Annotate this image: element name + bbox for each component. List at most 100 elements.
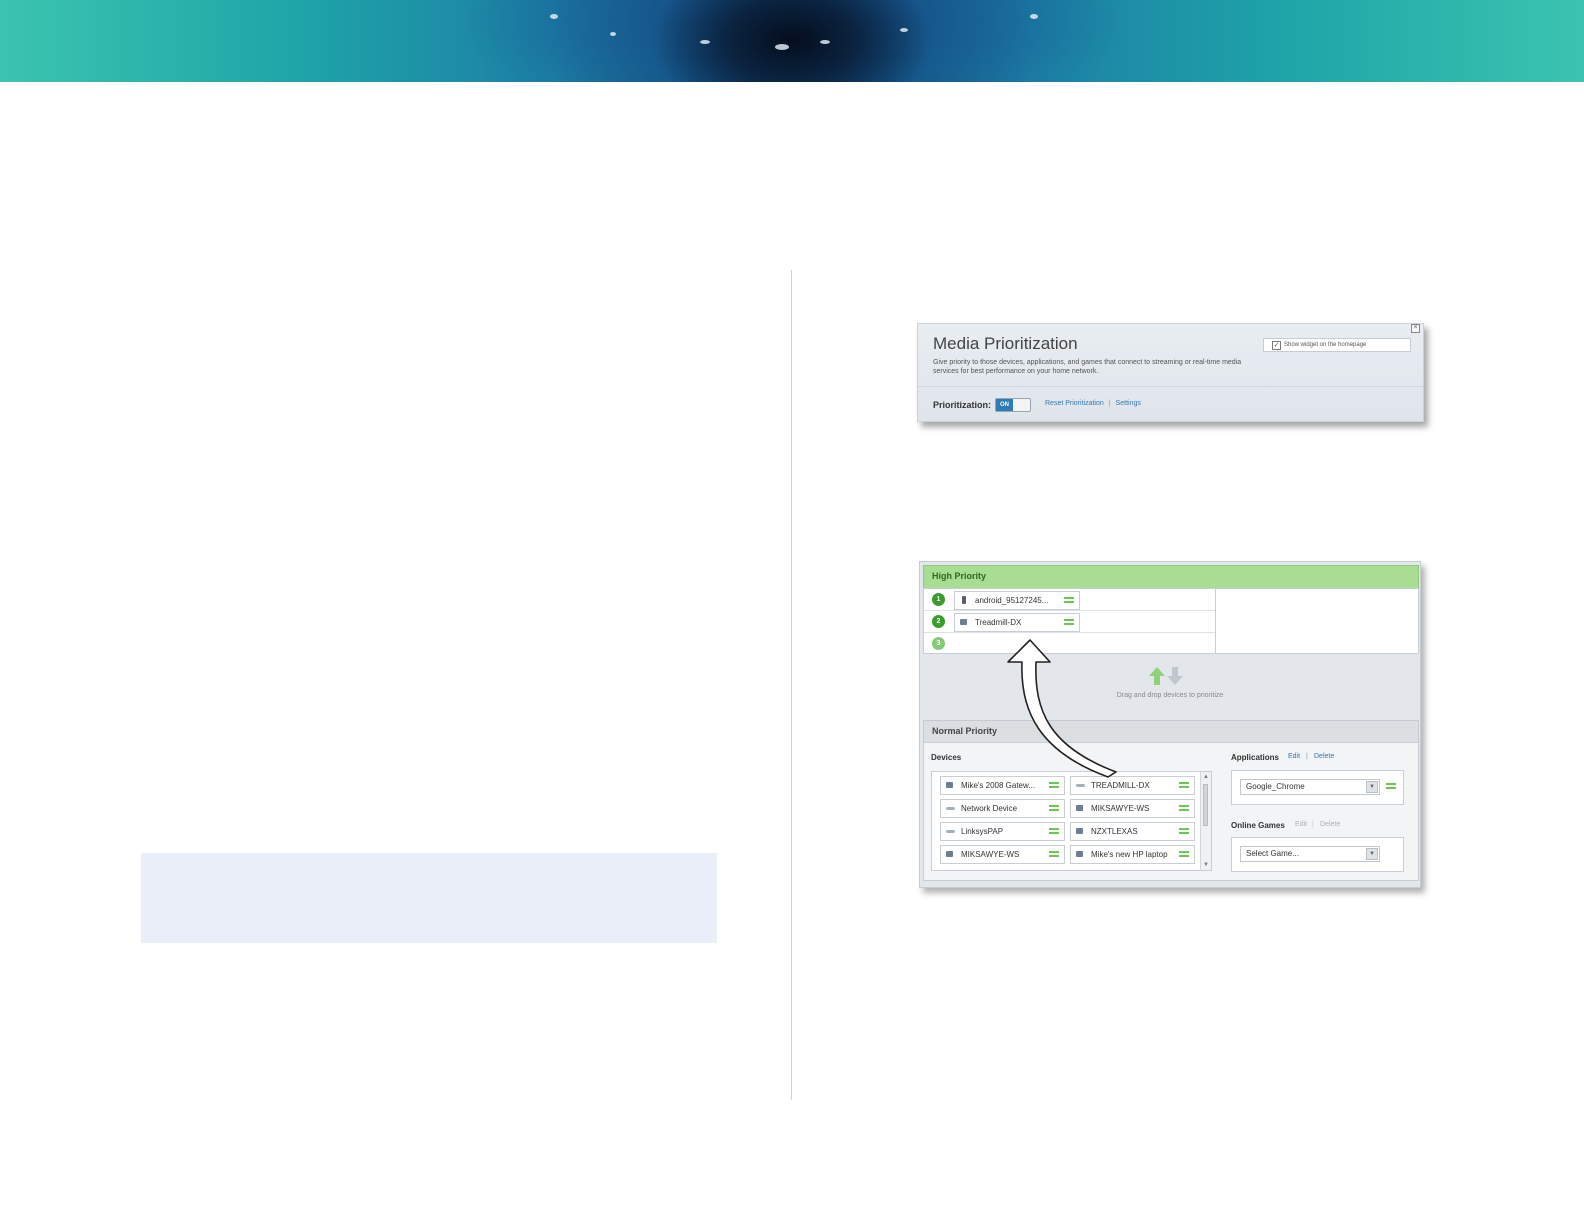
drag-handle-icon[interactable] (1179, 782, 1189, 788)
network-device-icon (1076, 784, 1085, 787)
banner-sparkle (700, 40, 710, 44)
chevron-down-icon[interactable]: ▼ (1366, 781, 1378, 793)
hp-divider (1215, 589, 1216, 653)
high-priority-row[interactable]: 3 (924, 633, 1215, 654)
device-name: MIKSAWYE-WS (961, 850, 1020, 859)
prioritization-toggle[interactable]: ON (995, 398, 1031, 412)
normal-priority-header: Normal Priority (923, 720, 1419, 743)
applications-label: Applications (1231, 753, 1280, 762)
banner-sparkle (550, 14, 558, 19)
high-priority-row: 1 android_95127245... (924, 589, 1215, 611)
banner-sparkle (1030, 14, 1038, 19)
network-device-icon (946, 830, 955, 833)
priority-number-badge: 2 (932, 615, 945, 628)
computer-icon (1076, 851, 1083, 857)
device-name: MIKSAWYE-WS (1091, 804, 1150, 813)
device-chip[interactable]: MIKSAWYE-WS (940, 845, 1065, 864)
prioritization-label: Prioritization: (933, 400, 991, 410)
drag-handle-icon[interactable] (1064, 597, 1074, 603)
reset-prioritization-link[interactable]: Reset Prioritization (1045, 400, 1104, 407)
device-chip[interactable]: android_95127245... (954, 591, 1080, 610)
computer-icon (946, 851, 953, 857)
drag-handle-icon[interactable] (1064, 619, 1074, 625)
drag-drop-area: Drag and drop devices to prioritize (920, 654, 1420, 716)
device-name: Mike's new HP laptop (1091, 850, 1168, 859)
drag-handle-icon[interactable] (1179, 851, 1189, 857)
close-icon[interactable]: × (1411, 324, 1420, 333)
drag-handle-icon[interactable] (1049, 782, 1059, 788)
banner-sparkle (900, 28, 908, 32)
application-select[interactable]: Google_Chrome ▼ (1240, 779, 1380, 795)
device-chip[interactable]: Mike's new HP laptop (1070, 845, 1195, 864)
device-chip[interactable]: LinksysPAP (940, 822, 1065, 841)
device-name: Treadmill-DX (975, 618, 1022, 627)
priority-panel: High Priority 1 android_95127245... 2 Tr… (919, 561, 1421, 888)
scroll-down-icon[interactable]: ▼ (1203, 862, 1209, 868)
device-name: NZXTLEXAS (1091, 827, 1138, 836)
drag-hint-text: Drag and drop devices to prioritize (1116, 692, 1224, 699)
game-select-placeholder: Select Game... (1246, 849, 1299, 858)
devices-scrollbar[interactable]: ▲ ▼ (1200, 772, 1211, 870)
phone-icon (962, 596, 966, 604)
device-chip[interactable]: Treadmill-DX (954, 613, 1080, 632)
applications-edit-link[interactable]: Edit (1288, 753, 1300, 760)
drag-handle-icon[interactable] (1179, 805, 1189, 811)
arrow-down-icon (1167, 676, 1183, 685)
arrow-down-icon (1172, 667, 1178, 676)
drag-handle-icon[interactable] (1179, 828, 1189, 834)
banner-sparkle (820, 40, 830, 44)
online-games-box: Select Game... ▼ (1231, 837, 1404, 872)
priority-number-badge: 1 (932, 593, 945, 606)
link-separator: | (1108, 400, 1111, 407)
link-separator: | (1312, 821, 1314, 828)
drag-handle-icon[interactable] (1049, 805, 1059, 811)
header-banner (0, 0, 1584, 82)
online-games-label: Online Games (1231, 821, 1285, 830)
games-delete-link[interactable]: Delete (1320, 821, 1340, 828)
normal-priority-title: Normal Priority (932, 726, 998, 736)
devices-list: Mike's 2008 Gatew... TREADMILL-DX Networ… (931, 771, 1212, 871)
scroll-up-icon[interactable]: ▲ (1203, 774, 1209, 780)
arrow-up-icon (1149, 667, 1165, 676)
settings-link[interactable]: Settings (1116, 400, 1141, 407)
show-widget-checkbox[interactable]: ✓ Show widget on the homepage (1263, 338, 1411, 352)
games-edit-link[interactable]: Edit (1295, 821, 1307, 828)
drag-handle-icon[interactable] (1049, 851, 1059, 857)
computer-icon (960, 619, 967, 625)
computer-icon (1076, 828, 1083, 834)
chevron-down-icon[interactable]: ▼ (1366, 848, 1378, 860)
computer-icon (1076, 805, 1083, 811)
toggle-on-label: ON (996, 399, 1013, 411)
device-name: LinksysPAP (961, 827, 1004, 836)
high-priority-row: 2 Treadmill-DX (924, 611, 1215, 633)
device-name: TREADMILL-DX (1091, 781, 1150, 790)
column-divider (791, 270, 792, 1100)
high-priority-header: High Priority (923, 565, 1419, 589)
link-separator: | (1306, 753, 1308, 760)
widget-links: Reset Prioritization | Settings (1045, 400, 1141, 407)
devices-label: Devices (931, 753, 962, 762)
applications-box: Google_Chrome ▼ (1231, 770, 1404, 805)
device-chip[interactable]: Network Device (940, 799, 1065, 818)
show-widget-label: Show widget on the homepage (1284, 342, 1367, 348)
banner-sparkle (775, 44, 789, 50)
application-select-value: Google_Chrome (1246, 782, 1305, 791)
arrow-up-icon (1154, 676, 1160, 685)
device-chip[interactable]: TREADMILL-DX (1070, 776, 1195, 795)
game-select[interactable]: Select Game... ▼ (1240, 846, 1380, 862)
device-chip[interactable]: Mike's 2008 Gatew... (940, 776, 1065, 795)
device-chip[interactable]: MIKSAWYE-WS (1070, 799, 1195, 818)
checkbox-checked-icon[interactable]: ✓ (1272, 341, 1281, 350)
separator (918, 386, 1423, 387)
device-chip[interactable]: NZXTLEXAS (1070, 822, 1195, 841)
device-name: Mike's 2008 Gatew... (961, 781, 1036, 790)
note-box (141, 853, 717, 943)
network-device-icon (946, 807, 955, 810)
device-name: android_95127245... (975, 596, 1049, 605)
drag-handle-icon[interactable] (1386, 783, 1396, 789)
high-priority-title: High Priority (932, 571, 987, 581)
drag-handle-icon[interactable] (1049, 828, 1059, 834)
scrollbar-thumb[interactable] (1203, 784, 1208, 826)
normal-priority-section: Devices Mike's 2008 Gatew... TREADMILL-D… (923, 742, 1419, 881)
applications-delete-link[interactable]: Delete (1314, 753, 1334, 760)
